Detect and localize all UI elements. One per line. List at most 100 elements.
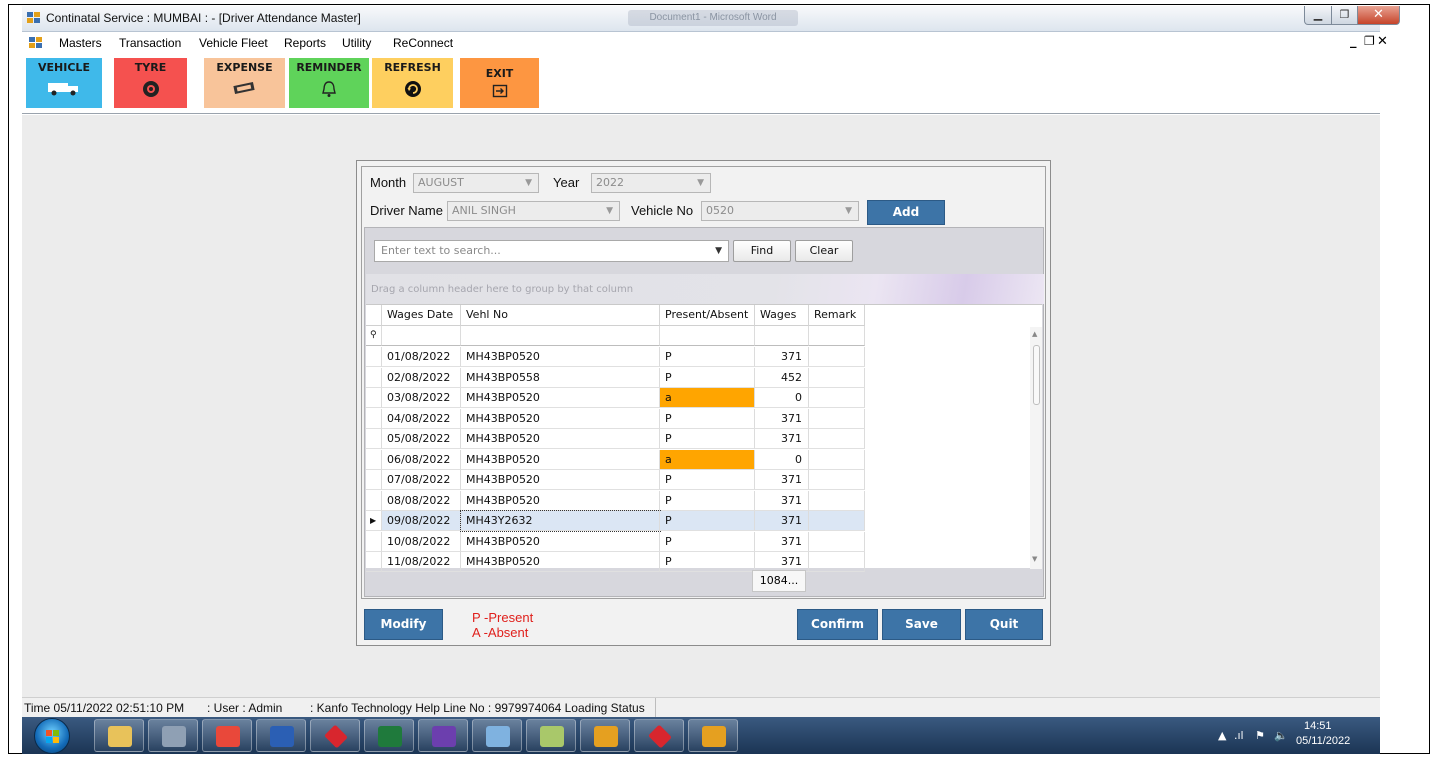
signal-icon[interactable]: .ıl — [1234, 729, 1244, 742]
cell-wages-date[interactable]: 10/08/2022 — [382, 532, 461, 552]
cell-vehl-no[interactable]: MH43BP0520 — [461, 470, 660, 490]
row-indicator[interactable] — [366, 429, 382, 449]
cell-remark[interactable] — [809, 347, 865, 367]
taskbar-app-button[interactable] — [310, 719, 360, 752]
cell-present-absent[interactable]: P — [660, 368, 755, 388]
cell-wages-date[interactable]: 04/08/2022 — [382, 409, 461, 429]
taskbar-app-button[interactable] — [202, 719, 252, 752]
cell-present-absent[interactable]: P — [660, 347, 755, 367]
cell-vehl-no[interactable]: MH43BP0520 — [461, 450, 660, 470]
cell-remark[interactable] — [809, 368, 865, 388]
cell-vehl-no[interactable]: MH43BP0558 — [461, 368, 660, 388]
cell-remark[interactable] — [809, 450, 865, 470]
scroll-down-icon[interactable]: ▼ — [1032, 555, 1037, 563]
expense-button[interactable]: EXPENSE — [204, 58, 285, 108]
confirm-button[interactable]: Confirm — [797, 609, 878, 640]
taskbar-app-button[interactable] — [580, 719, 630, 752]
taskbar-app-button[interactable] — [148, 719, 198, 752]
add-button[interactable]: Add — [867, 200, 945, 225]
reminder-button[interactable]: REMINDER — [289, 58, 369, 108]
close-button[interactable]: ✕ — [1357, 6, 1400, 25]
cell-remark[interactable] — [809, 470, 865, 490]
row-indicator[interactable] — [366, 347, 382, 367]
filter-cell-present-absent[interactable] — [660, 326, 755, 346]
cell-wages[interactable]: 452 — [755, 368, 809, 388]
cell-wages[interactable]: 371 — [755, 491, 809, 511]
modify-button[interactable]: Modify — [364, 609, 443, 640]
row-indicator[interactable]: ▶ — [366, 511, 382, 531]
taskbar-app-button[interactable] — [688, 719, 738, 752]
row-indicator[interactable] — [366, 388, 382, 408]
cell-remark[interactable] — [809, 409, 865, 429]
mdi-restore-button[interactable]: ❐ — [1364, 34, 1375, 48]
cell-remark[interactable] — [809, 491, 865, 511]
filter-cell-wages-date[interactable] — [382, 326, 461, 346]
column-header-wages-date[interactable]: Wages Date — [382, 305, 461, 326]
cell-vehl-no[interactable]: MH43BP0520 — [461, 552, 660, 572]
cell-wages-date[interactable]: 11/08/2022 — [382, 552, 461, 572]
scroll-up-icon[interactable]: ▲ — [1032, 330, 1037, 338]
maximize-button[interactable]: ❐ — [1331, 6, 1358, 25]
exit-button[interactable]: EXIT — [460, 58, 539, 108]
group-panel[interactable]: Drag a column header here to group by th… — [366, 274, 1044, 304]
tray-date[interactable]: 05/11/2022 — [1296, 735, 1350, 747]
cell-remark[interactable] — [809, 532, 865, 552]
taskbar-app-button[interactable] — [256, 719, 306, 752]
cell-wages-date[interactable]: 02/08/2022 — [382, 368, 461, 388]
clear-button[interactable]: Clear — [795, 240, 853, 262]
cell-wages[interactable]: 0 — [755, 388, 809, 408]
cell-wages[interactable]: 371 — [755, 532, 809, 552]
cell-wages-date[interactable]: 08/08/2022 — [382, 491, 461, 511]
cell-wages[interactable]: 0 — [755, 450, 809, 470]
menu-masters[interactable]: Masters — [59, 36, 102, 50]
volume-icon[interactable]: 🔈 — [1274, 729, 1288, 742]
save-button[interactable]: Save — [882, 609, 961, 640]
filter-cell-wages[interactable] — [755, 326, 809, 346]
vehicle-button[interactable]: VEHICLE — [26, 58, 102, 108]
row-indicator[interactable] — [366, 409, 382, 429]
column-header-present-absent[interactable]: Present/Absent — [660, 305, 755, 326]
row-indicator[interactable] — [366, 491, 382, 511]
taskbar-app-button[interactable] — [526, 719, 576, 752]
cell-wages[interactable]: 371 — [755, 470, 809, 490]
find-button[interactable]: Find — [733, 240, 791, 262]
month-select[interactable]: AUGUST ▼ — [413, 173, 539, 193]
cell-vehl-no[interactable]: MH43BP0520 — [461, 347, 660, 367]
row-indicator[interactable] — [366, 368, 382, 388]
cell-present-absent[interactable]: P — [660, 409, 755, 429]
vertical-scrollbar[interactable]: ▲ ▼ — [1030, 327, 1042, 569]
cell-vehl-no[interactable]: MH43BP0520 — [461, 532, 660, 552]
filter-cell-vehl-no[interactable] — [461, 326, 660, 346]
cell-present-absent[interactable]: P — [660, 429, 755, 449]
cell-present-absent[interactable]: P — [660, 552, 755, 572]
cell-vehl-no[interactable]: MH43Y2632 — [460, 510, 661, 532]
mdi-minimize-button[interactable]: _ — [1350, 34, 1357, 49]
menu-vehicle-fleet[interactable]: Vehicle Fleet — [199, 36, 268, 50]
taskbar-app-button[interactable] — [634, 719, 684, 752]
cell-remark[interactable] — [809, 388, 865, 408]
year-select[interactable]: 2022 ▼ — [591, 173, 711, 193]
start-button[interactable] — [34, 718, 70, 754]
cell-vehl-no[interactable]: MH43BP0520 — [461, 491, 660, 511]
tyre-button[interactable]: TYRE — [114, 58, 187, 108]
cell-present-absent[interactable]: P — [660, 491, 755, 511]
cell-present-absent[interactable]: P — [660, 470, 755, 490]
row-indicator[interactable] — [366, 532, 382, 552]
cell-present-absent[interactable]: a — [660, 388, 755, 408]
menu-reconnect[interactable]: ReConnect — [393, 36, 453, 50]
cell-wages-date[interactable]: 01/08/2022 — [382, 347, 461, 367]
row-indicator[interactable] — [366, 552, 382, 572]
cell-remark[interactable] — [809, 552, 865, 572]
cell-wages-date[interactable]: 09/08/2022 — [382, 511, 461, 531]
quit-button[interactable]: Quit — [965, 609, 1043, 640]
cell-present-absent[interactable]: a — [660, 450, 755, 470]
cell-wages-date[interactable]: 03/08/2022 — [382, 388, 461, 408]
filter-cell-remark[interactable] — [809, 326, 865, 346]
driver-name-select[interactable]: ANIL SINGH ▼ — [447, 201, 620, 221]
taskbar-app-button[interactable] — [364, 719, 414, 752]
cell-remark[interactable] — [809, 429, 865, 449]
refresh-button[interactable]: REFRESH — [372, 58, 453, 108]
scrollbar-thumb[interactable] — [1033, 345, 1040, 405]
search-input[interactable]: Enter text to search... ▼ — [374, 240, 729, 262]
cell-vehl-no[interactable]: MH43BP0520 — [461, 388, 660, 408]
